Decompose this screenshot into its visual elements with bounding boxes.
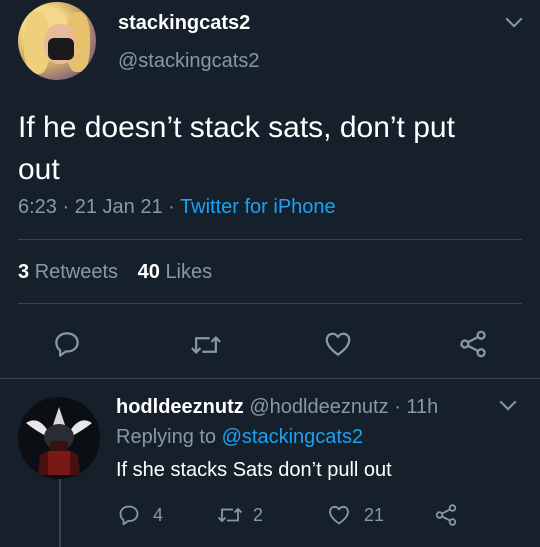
reply-icon — [119, 505, 139, 526]
reply-text: If she stacks Sats don’t pull out — [116, 459, 392, 481]
reply-display-name[interactable]: hodldeeznutz — [116, 396, 244, 418]
heart-icon — [329, 505, 349, 525]
samurai-avatar-image — [18, 397, 100, 479]
likes-label: Likes — [165, 261, 213, 283]
tweet-source-link[interactable]: Twitter for iPhone — [180, 196, 336, 218]
retweets-stat[interactable]: 3 Retweets — [18, 261, 124, 283]
tweet-meta: 6:23 · 21 Jan 21 · Twitter for iPhone — [18, 196, 336, 219]
tweet-stats: 3 Retweets 40 Likes — [18, 261, 212, 284]
likes-count: 40 — [137, 261, 160, 283]
replying-to: Replying to @stackingcats2 — [116, 426, 363, 449]
thread-line — [59, 479, 61, 547]
heart-icon — [325, 332, 351, 356]
like-button[interactable] — [323, 329, 353, 359]
likes-stat[interactable]: 40 Likes — [138, 261, 213, 283]
share-icon — [460, 330, 486, 358]
reply-icon — [55, 332, 79, 357]
replying-to-link[interactable]: @stackingcats2 — [222, 426, 363, 448]
like-count: 21 — [364, 504, 385, 525]
tweet-date: 21 Jan 21 — [74, 196, 163, 218]
reply-header: hodldeeznutz @hodldeeznutz · 11h — [116, 396, 438, 419]
meta-separator: · — [62, 196, 70, 218]
share-button[interactable] — [458, 329, 488, 359]
author-avatar[interactable] — [18, 2, 96, 80]
reply-count: 4 — [153, 504, 164, 525]
reply-share-button[interactable] — [434, 503, 458, 527]
avatar-mask — [48, 38, 74, 60]
reply-handle[interactable]: @hodldeeznutz — [249, 396, 388, 418]
author-display-name[interactable]: stackingcats2 — [118, 12, 250, 35]
retweets-count: 3 — [18, 261, 30, 283]
reply-age[interactable]: 11h — [406, 396, 438, 418]
divider — [18, 239, 522, 240]
reply-like-button[interactable]: 21 — [326, 503, 384, 527]
author-handle[interactable]: @stackingcats2 — [118, 50, 259, 73]
tweet-text: If he doesn’t stack sats, don’t put out — [18, 107, 528, 191]
tweet-time: 6:23 — [18, 196, 57, 218]
tweet-text-line2: out — [18, 153, 60, 186]
divider — [18, 303, 522, 304]
chevron-down-icon[interactable] — [505, 10, 523, 28]
retweet-icon — [217, 507, 243, 523]
reply-button[interactable] — [52, 329, 82, 359]
reply-reply-button[interactable]: 4 — [117, 503, 163, 527]
reply-separator: · — [394, 396, 401, 418]
retweet-count: 2 — [253, 504, 264, 525]
reply-author-avatar[interactable] — [18, 397, 100, 479]
meta-separator: · — [168, 196, 175, 218]
divider — [0, 378, 540, 379]
share-icon — [435, 504, 457, 526]
replying-to-label: Replying to — [116, 426, 217, 448]
reply-retweet-button[interactable]: 2 — [217, 503, 263, 527]
retweet-icon — [191, 336, 221, 354]
chevron-down-icon[interactable] — [499, 393, 517, 411]
retweets-label: Retweets — [34, 261, 119, 283]
retweet-button[interactable] — [190, 330, 222, 360]
tweet-text-line1: If he doesn’t stack sats, don’t put — [18, 111, 455, 144]
